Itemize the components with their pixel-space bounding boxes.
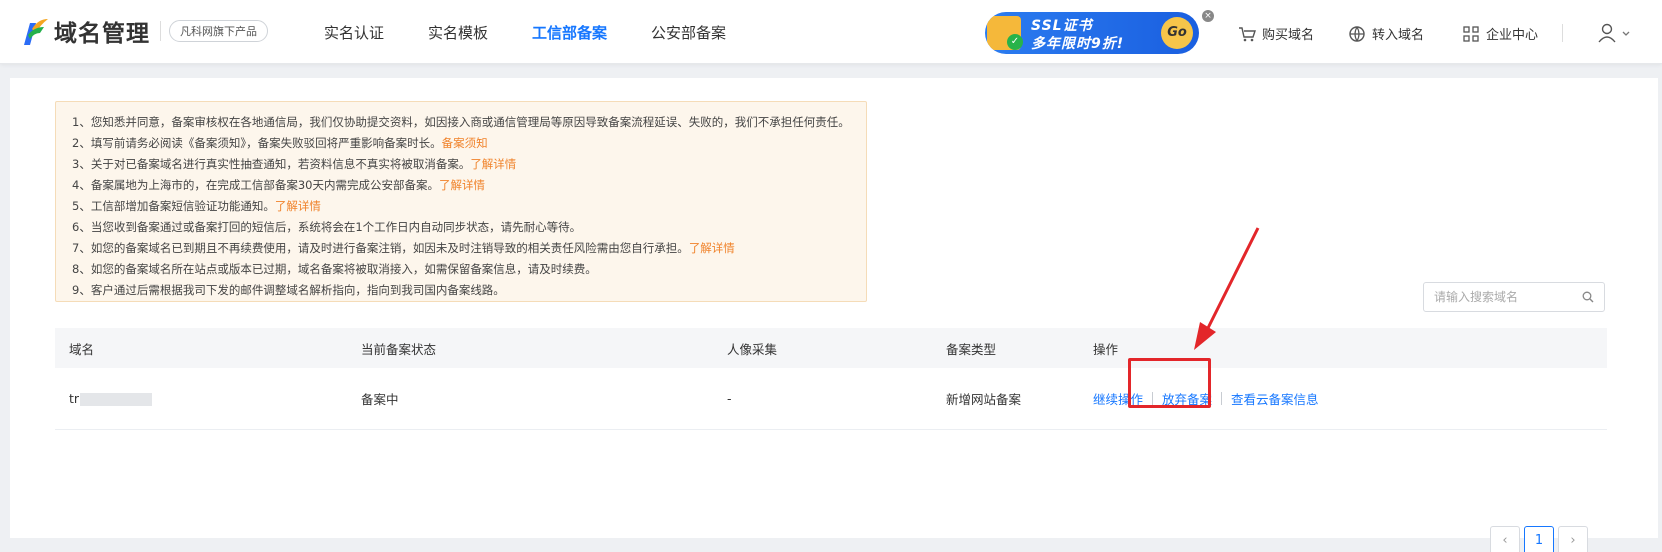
search-icon[interactable] <box>1582 291 1594 303</box>
cart-icon <box>1238 25 1256 43</box>
notice-line: 5、工信部增加备案短信验证功能通知。了解详情 <box>72 199 321 213</box>
transfer-domain-label: 转入域名 <box>1372 28 1425 43</box>
promo-title: SSL证书 <box>1031 18 1093 34</box>
notice-box: 1、您知悉并同意，备案审核权在各地通信局，我们仅协助提交资料，如因接入商或通信管… <box>55 101 867 302</box>
face-cell: - <box>727 391 732 406</box>
globe-icon <box>1348 25 1366 43</box>
promo-close-icon[interactable]: × <box>1202 10 1214 22</box>
notice-line: 1、您知悉并同意，备案审核权在各地通信局，我们仅协助提交资料，如因接入商或通信管… <box>72 115 850 129</box>
page-button-1[interactable]: 1 <box>1524 526 1554 552</box>
top-header: 域名管理 凡科网旗下产品 实名认证 实名模板 工信部备案 公安部备案 ✓ SSL… <box>0 0 1662 64</box>
nav-item-real-name-template[interactable]: 实名模板 <box>428 22 488 43</box>
nav-item-police-filing[interactable]: 公安部备案 <box>651 22 726 43</box>
type-cell: 新增网站备案 <box>946 392 1022 407</box>
next-page-button[interactable]: › <box>1558 526 1588 552</box>
notice-line: 2、填写前请务必阅读《备案须知》，备案失败驳回将严重影响备案时长。备案须知 <box>72 136 488 150</box>
notice-line: 4、备案属地为上海市的，在完成工信部备案30天内需完成公安部备案。了解详情 <box>72 178 485 192</box>
logo-mark-icon <box>20 15 50 47</box>
enterprise-center-link[interactable]: 企业中心 <box>1462 24 1538 43</box>
promo-subtitle: 多年限时9折! <box>1031 36 1125 52</box>
nav-item-miit-filing[interactable]: 工信部备案 <box>532 22 607 43</box>
pagination: ‹ 1 › <box>1490 526 1592 552</box>
status-cell: 备案中 <box>361 392 399 407</box>
notice-link-details[interactable]: 了解详情 <box>470 157 516 171</box>
view-cloud-filing-link[interactable]: 查看云备案信息 <box>1231 389 1319 408</box>
table-row: tr 备案中 - 新增网站备案 继续操作 放弃备案 查看云备案信息 <box>55 368 1607 430</box>
user-icon <box>1596 22 1618 48</box>
notice-link-details[interactable]: 了解详情 <box>689 241 735 255</box>
user-menu[interactable] <box>1596 22 1631 48</box>
col-header-type: 备案类型 <box>946 341 997 357</box>
logo-divider <box>160 21 161 41</box>
nav-item-real-name-auth[interactable]: 实名认证 <box>324 22 384 43</box>
col-header-ops: 操作 <box>1093 341 1119 357</box>
col-header-face: 人像采集 <box>727 341 778 357</box>
col-header-status: 当前备案状态 <box>361 341 437 357</box>
prev-page-button[interactable]: ‹ <box>1490 526 1520 552</box>
table-header-row: 域名 当前备案状态 人像采集 备案类型 操作 <box>55 328 1607 368</box>
header-divider <box>1562 24 1563 42</box>
annotation-highlight-box <box>1128 358 1211 408</box>
main-nav: 实名认证 实名模板 工信部备案 公安部备案 <box>324 22 770 43</box>
annotation-arrow-icon <box>1194 227 1260 350</box>
notice-line: 7、如您的备案域名已到期且不再续费使用，请及时进行备案注销，如因未及时注销导致的… <box>72 241 735 255</box>
main-panel: 1、您知悉并同意，备案审核权在各地通信局，我们仅协助提交资料，如因接入商或通信管… <box>10 78 1658 552</box>
buy-domain-label: 购买域名 <box>1262 28 1315 43</box>
brand-badge: 凡科网旗下产品 <box>169 20 268 42</box>
notice-line: 8、如您的备案域名所在站点或版本已过期，域名备案将被取消接入，如需保留备案信息，… <box>72 262 597 276</box>
notice-line: 6、当您收到备案通过或备案打回的短信后，系统将会在1个工作日内自动同步状态，请先… <box>72 220 582 234</box>
redacted-domain <box>80 393 153 406</box>
notice-line: 3、关于对已备案域名进行真实性抽查通知，若资料信息不真实将被取消备案。了解详情 <box>72 157 517 171</box>
notice-link-filing-guide[interactable]: 备案须知 <box>442 136 488 150</box>
op-divider <box>1221 392 1223 405</box>
enterprise-center-label: 企业中心 <box>1486 28 1539 43</box>
chevron-down-icon <box>1621 28 1631 43</box>
buy-domain-link[interactable]: 购买域名 <box>1238 24 1314 43</box>
notice-link-details[interactable]: 了解详情 <box>439 178 485 192</box>
logo[interactable]: 域名管理 凡科网旗下产品 <box>20 14 268 48</box>
transfer-domain-link[interactable]: 转入域名 <box>1348 24 1424 43</box>
notice-link-details[interactable]: 了解详情 <box>275 199 321 213</box>
shield-check-icon: ✓ <box>1007 34 1023 50</box>
filing-table: 域名 当前备案状态 人像采集 备案类型 操作 tr 备案中 - 新增网站备案 继… <box>55 328 1607 430</box>
grid-icon <box>1462 25 1480 43</box>
ssl-promo-banner[interactable]: ✓ SSL证书 多年限时9折! Go <box>985 12 1199 54</box>
notice-line: 9、客户通过后需根据我司下发的邮件调整域名解析指向，指向到我司国内备案线路。 <box>72 283 505 297</box>
logo-text: 域名管理 <box>54 21 150 47</box>
domain-cell: tr <box>69 391 153 406</box>
promo-go-button[interactable]: Go <box>1161 17 1193 49</box>
domain-search-box <box>1423 282 1605 312</box>
domain-prefix: tr <box>69 391 80 406</box>
domain-search-input[interactable] <box>1424 283 1574 311</box>
col-header-domain: 域名 <box>69 341 95 357</box>
